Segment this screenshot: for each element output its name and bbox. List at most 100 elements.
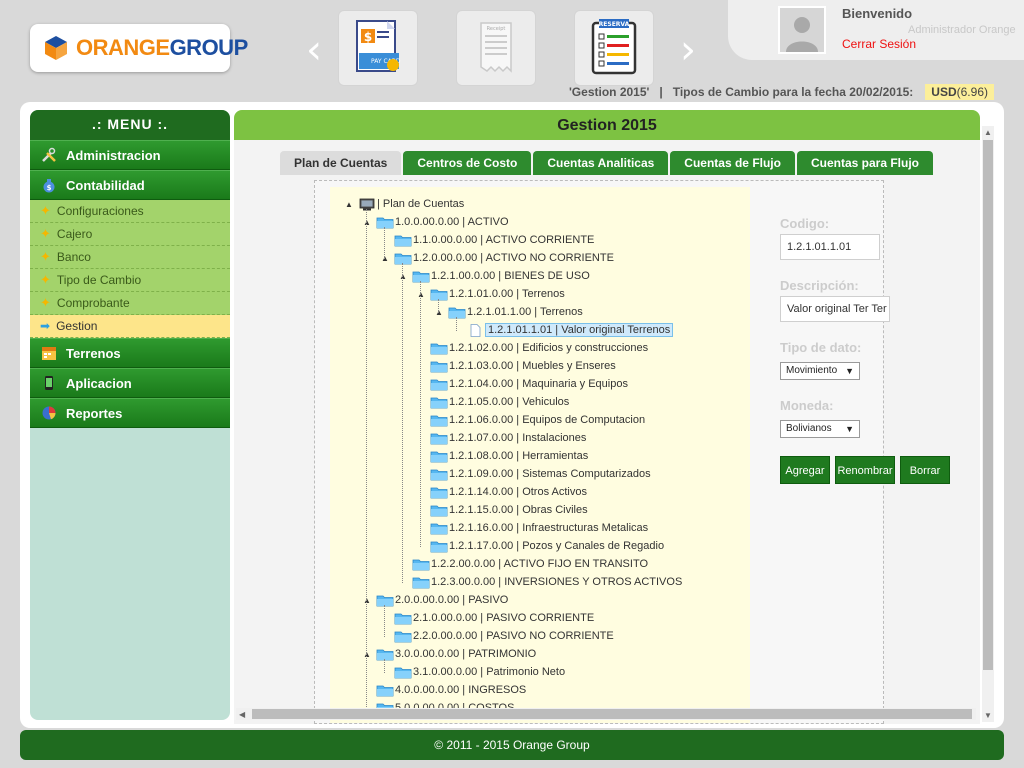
menu-item-contabilidad[interactable]: $ Contabilidad [30,170,230,200]
menu-item-reportes[interactable]: Reportes [30,398,230,428]
tree-node[interactable]: 1.2.3.00.0.00 | INVERSIONES Y OTROS ACTI… [398,573,682,591]
tree-node-label[interactable]: 2.0.0.00.0.00 | PASIVO [395,594,508,606]
next-arrow-icon[interactable]: › [676,30,700,70]
tree-node-label[interactable]: 1.2.1.02.0.00 | Edificios y construccion… [449,342,648,354]
collapse-icon[interactable]: ▲ [344,200,354,209]
codigo-field[interactable]: 1.2.1.01.1.01 [780,234,880,260]
receipt-app-button[interactable]: Receipt [456,10,536,86]
submenu-comprobante[interactable]: ✦ Comprobante [30,292,230,315]
tree-node-label[interactable]: 1.2.1.15.0.00 | Obras Civiles [449,504,588,516]
tab-cuentas-de-flujo[interactable]: Cuentas de Flujo [670,151,795,175]
tree-node[interactable]: 4.0.0.00.0.00 | INGRESOS [362,681,526,699]
collapse-icon[interactable]: ▲ [362,596,372,605]
logo[interactable]: ORANGEGROUP [30,24,248,72]
scroll-down-icon[interactable]: ▼ [984,711,992,720]
tab-cuentas-analiticas[interactable]: Cuentas Analiticas [533,151,669,175]
descripcion-field[interactable]: Valor original Ter Ter [780,296,890,322]
tree-node-label[interactable]: 4.0.0.00.0.00 | INGRESOS [395,684,526,696]
tipo-de-dato-select[interactable]: Movimiento ▼ [780,362,860,380]
collapse-icon[interactable]: ▲ [434,308,444,317]
tree-node-label[interactable]: 1.2.1.01.1.00 | Terrenos [467,306,583,318]
submenu-configuraciones[interactable]: ✦ Configuraciones [30,200,230,223]
tree-node-label[interactable]: 2.1.0.00.0.00 | PASIVO CORRIENTE [413,612,594,624]
tree-node[interactable]: ▲ 1.2.1.00.0.00 | BIENES DE USO [398,267,590,285]
scroll-up-icon[interactable]: ▲ [984,128,992,137]
moneda-select[interactable]: Bolivianos ▼ [780,420,860,438]
tree-node-label[interactable]: 1.2.1.06.0.00 | Equipos de Computacion [449,414,645,426]
tab-cuentas-para-flujo[interactable]: Cuentas para Flujo [796,151,934,175]
tree-node[interactable]: 1.1.0.00.0.00 | ACTIVO CORRIENTE [380,231,594,249]
prev-arrow-icon[interactable]: ‹ [302,30,326,70]
tree-node[interactable]: 1.2.2.00.0.00 | ACTIVO FIJO EN TRANSITO [398,555,648,573]
tree-node[interactable]: ▲ 3.0.0.00.0.00 | PATRIMONIO [362,645,536,663]
tab-plan-de-cuentas[interactable]: Plan de Cuentas [280,151,402,175]
tree-node-label[interactable]: 2.2.0.00.0.00 | PASIVO NO CORRIENTE [413,630,614,642]
tree-node[interactable]: ▲ 1.2.0.00.0.00 | ACTIVO NO CORRIENTE [380,249,614,267]
tree-node-label[interactable]: 1.2.1.14.0.00 | Otros Activos [449,486,587,498]
tree-node-label[interactable]: 1.2.1.00.0.00 | BIENES DE USO [431,270,590,282]
tree-node-label[interactable]: 1.2.0.00.0.00 | ACTIVO NO CORRIENTE [413,252,614,264]
collapse-icon[interactable]: ▲ [362,218,372,227]
tree-node[interactable]: 1.2.1.16.0.00 | Infraestructuras Metalic… [416,519,648,537]
tree-node-label[interactable]: | Plan de Cuentas [377,198,464,210]
logout-link[interactable]: Cerrar Sesión [842,37,916,51]
tree-node-label[interactable]: 3.0.0.00.0.00 | PATRIMONIO [395,648,536,660]
tree-node[interactable]: 1.2.1.06.0.00 | Equipos de Computacion [416,411,645,429]
tree-node-label[interactable]: 1.2.1.01.0.00 | Terrenos [449,288,565,300]
tree-node[interactable]: 3.1.0.00.0.00 | Patrimonio Neto [380,663,565,681]
tree-node-label[interactable]: 1.1.0.00.0.00 | ACTIVO CORRIENTE [413,234,594,246]
tree-node[interactable]: 1.2.1.04.0.00 | Maquinaria y Equipos [416,375,628,393]
menu-item-administracion[interactable]: Administracion [30,140,230,170]
collapse-icon[interactable]: ▲ [380,254,390,263]
scroll-left-icon[interactable]: ◀ [239,710,245,719]
tree-node-label[interactable]: 1.2.1.01.1.01 | Valor original Terrenos [485,323,674,337]
tree-node-label[interactable]: 1.2.1.08.0.00 | Herramientas [449,450,588,462]
reserva-app-button[interactable]: RESERVA [574,10,654,86]
tree-node[interactable]: 1.2.1.02.0.00 | Edificios y construccion… [416,339,648,357]
account-tree[interactable]: ▲ | Plan de Cuentas ▲ 1.0.0.00.0.00 | ACTIV… [330,187,750,723]
tree-node[interactable]: 2.1.0.00.0.00 | PASIVO CORRIENTE [380,609,594,627]
tree-node[interactable]: 1.2.1.03.0.00 | Muebles y Enseres [416,357,616,375]
submenu-tipo-de-cambio[interactable]: ✦ Tipo de Cambio [30,269,230,292]
tree-node-label[interactable]: 1.2.1.16.0.00 | Infraestructuras Metalic… [449,522,648,534]
tree-node[interactable]: 1.2.1.17.0.00 | Pozos y Canales de Regad… [416,537,664,555]
tree-node-label[interactable]: 1.2.1.04.0.00 | Maquinaria y Equipos [449,378,628,390]
tree-node[interactable]: 1.2.1.08.0.00 | Herramientas [416,447,588,465]
submenu-gestion[interactable]: ➡ Gestion [30,315,230,338]
tab-centros-de-costo[interactable]: Centros de Costo [403,151,532,175]
horizontal-scroll-thumb[interactable] [252,709,972,719]
submenu-banco[interactable]: ✦ Banco [30,246,230,269]
collapse-icon[interactable]: ▲ [398,272,408,281]
pay-card-app-button[interactable]: $ PAY CARD [338,10,418,86]
menu-item-terrenos[interactable]: Terrenos [30,338,230,368]
tree-node-label[interactable]: 1.2.1.09.0.00 | Sistemas Computarizados [449,468,651,480]
borrar-button[interactable]: Borrar [900,456,950,484]
tree-node[interactable]: ▲ | Plan de Cuentas [344,195,464,213]
tree-node[interactable]: 2.2.0.00.0.00 | PASIVO NO CORRIENTE [380,627,614,645]
tree-node-label[interactable]: 1.2.3.00.0.00 | INVERSIONES Y OTROS ACTI… [431,576,682,588]
collapse-icon[interactable]: ▲ [362,650,372,659]
tree-node[interactable]: 1.2.1.07.0.00 | Instalaciones [416,429,586,447]
tree-node-label[interactable]: 1.2.1.03.0.00 | Muebles y Enseres [449,360,616,372]
tree-node-label[interactable]: 1.2.2.00.0.00 | ACTIVO FIJO EN TRANSITO [431,558,648,570]
horizontal-scrollbar[interactable]: ◀ [236,708,976,720]
tree-node[interactable]: 1.2.1.05.0.00 | Vehiculos [416,393,569,411]
tree-node-label[interactable]: 1.0.0.00.0.00 | ACTIVO [395,216,509,228]
pay-card-icon: $ PAY CARD [356,20,401,72]
tree-node[interactable]: 1.2.1.01.1.01 | Valor original Terrenos [452,321,674,339]
caret-down-icon: ▼ [845,424,854,434]
vertical-scroll-thumb[interactable] [983,140,993,670]
tree-node-label[interactable]: 1.2.1.17.0.00 | Pozos y Canales de Regad… [449,540,664,552]
agregar-button[interactable]: Agregar [780,456,830,484]
tree-node[interactable]: 1.2.1.15.0.00 | Obras Civiles [416,501,588,519]
renombrar-button[interactable]: Renombrar [835,456,895,484]
vertical-scrollbar[interactable]: ▲ ▼ [982,126,994,722]
tree-node[interactable]: 1.2.1.14.0.00 | Otros Activos [416,483,587,501]
tree-node[interactable]: 1.2.1.09.0.00 | Sistemas Computarizados [416,465,651,483]
menu-item-aplicacion[interactable]: Aplicacion [30,368,230,398]
collapse-icon[interactable]: ▲ [416,290,426,299]
submenu-cajero[interactable]: ✦ Cajero [30,223,230,246]
tree-node-label[interactable]: 3.1.0.00.0.00 | Patrimonio Neto [413,666,565,678]
tree-node-label[interactable]: 1.2.1.05.0.00 | Vehiculos [449,396,569,408]
tree-node-label[interactable]: 1.2.1.07.0.00 | Instalaciones [449,432,586,444]
